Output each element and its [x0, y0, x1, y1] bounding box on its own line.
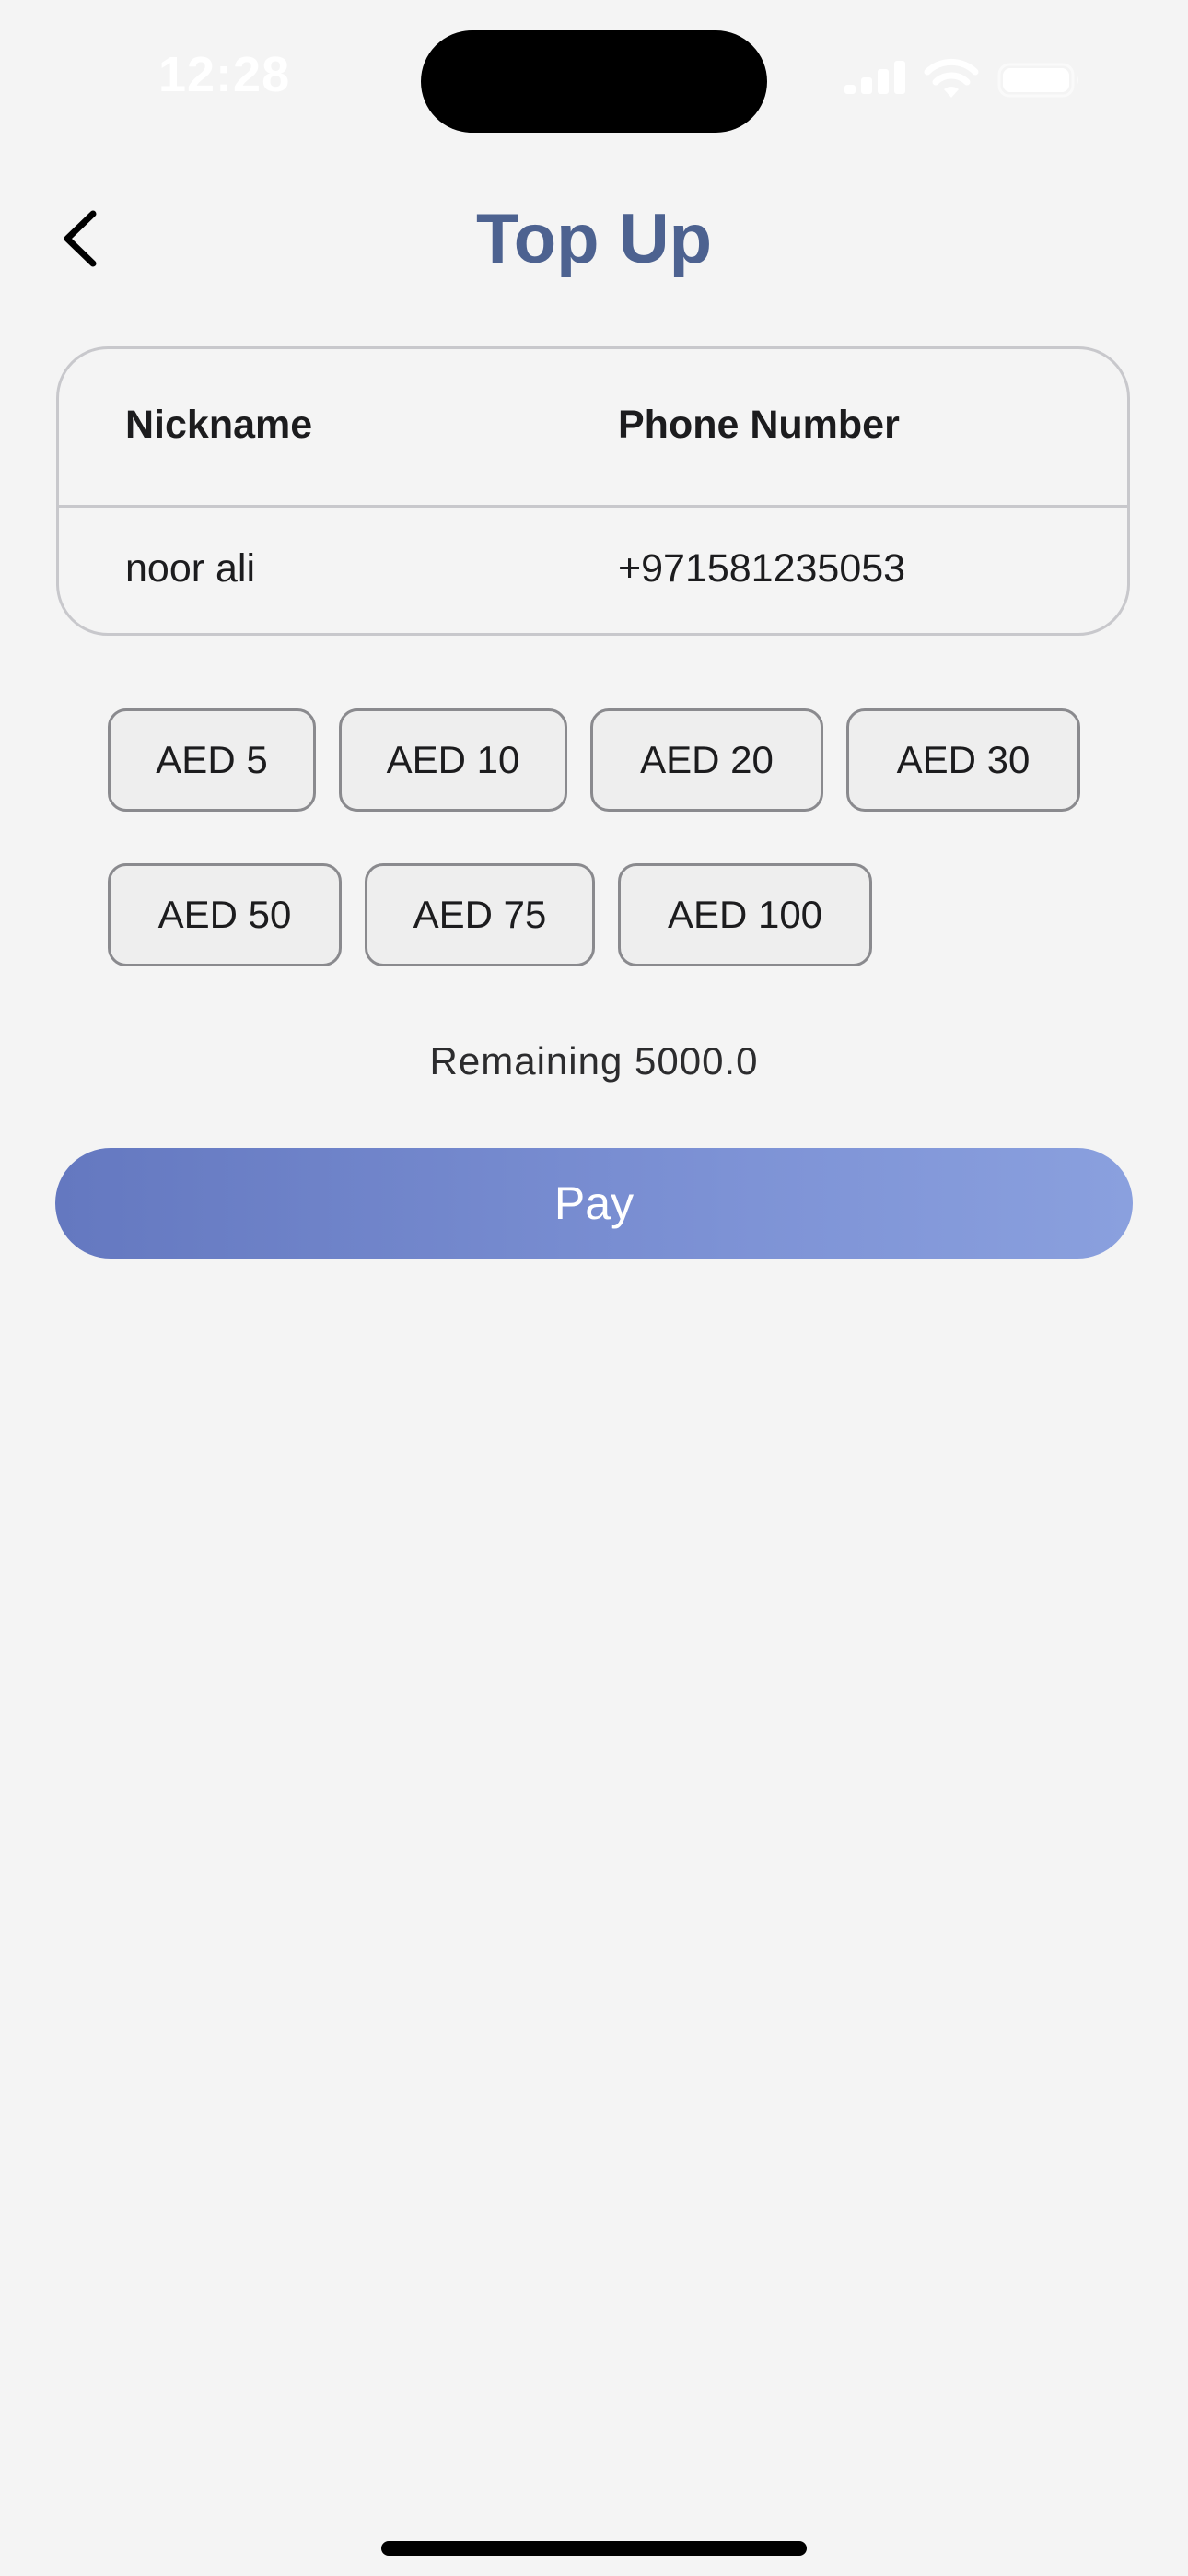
battery-icon [997, 63, 1078, 98]
pay-button[interactable]: Pay [55, 1148, 1133, 1259]
home-indicator[interactable] [381, 2541, 807, 2556]
amount-chip-aed-75[interactable]: AED 75 [365, 863, 595, 966]
remaining-balance: Remaining 5000.0 [429, 1039, 759, 1083]
amount-chip-aed-20[interactable]: AED 20 [590, 708, 823, 812]
phone-number-value: +971581235053 [618, 546, 906, 591]
wifi-icon [924, 58, 979, 98]
status-time: 12:28 [158, 47, 291, 102]
page-title: Top Up [475, 200, 713, 278]
contact-card: Nickname Phone Number noor ali +97158123… [56, 346, 1130, 636]
phone-number-header: Phone Number [618, 403, 900, 447]
card-divider [59, 505, 1127, 508]
amount-chip-aed-50[interactable]: AED 50 [108, 863, 342, 966]
amount-chip-aed-10[interactable]: AED 10 [339, 708, 567, 812]
amount-chip-aed-100[interactable]: AED 100 [618, 863, 872, 966]
nickname-value: noor ali [125, 546, 256, 591]
amount-chip-aed-30[interactable]: AED 30 [846, 708, 1080, 812]
dynamic-island [421, 30, 767, 133]
signal-icon [844, 61, 905, 94]
nickname-header: Nickname [125, 403, 313, 447]
amount-chip-aed-5[interactable]: AED 5 [108, 708, 316, 812]
